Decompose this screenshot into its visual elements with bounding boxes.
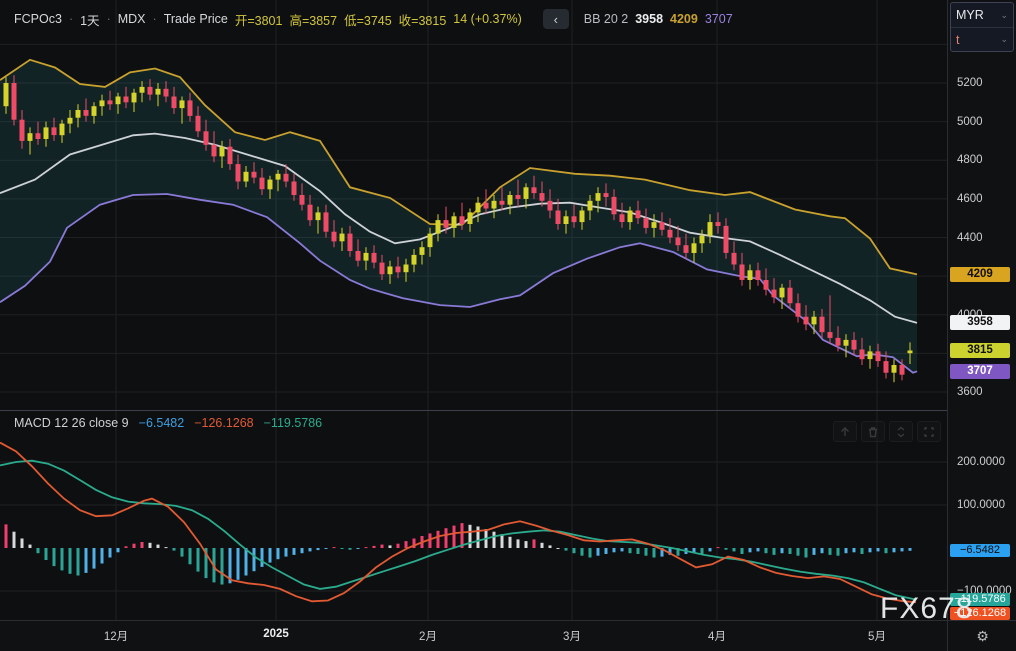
maximize-icon bbox=[922, 425, 936, 439]
price-value-badge: 3958 bbox=[950, 315, 1010, 330]
bb-lower-value: 3707 bbox=[705, 12, 733, 26]
price-tick: 4800 bbox=[957, 154, 983, 166]
time-axis-label: 2月 bbox=[419, 628, 437, 644]
watermark-fx678: FX678 bbox=[880, 592, 973, 626]
arrow-up-icon bbox=[838, 425, 852, 439]
open-value: 开=3801 bbox=[235, 10, 283, 29]
series-type-label: Trade Price bbox=[164, 12, 228, 26]
unit-dropdown[interactable]: t ⌄ bbox=[951, 27, 1013, 51]
macd-signal-value: −119.5786 bbox=[264, 416, 323, 430]
bollinger-band-layer bbox=[0, 60, 917, 373]
macd-tick: 200.0000 bbox=[957, 456, 1005, 468]
bb-indicator-label: BB 20 2 bbox=[584, 12, 628, 26]
pane-separator[interactable] bbox=[0, 410, 1016, 411]
macd-tick: 100.0000 bbox=[957, 499, 1005, 511]
price-tick: 5200 bbox=[957, 77, 983, 89]
time-axis-label: 12月 bbox=[104, 628, 128, 644]
time-axis-label: 2025 bbox=[263, 628, 289, 640]
price-tick: 4400 bbox=[957, 232, 983, 244]
time-axis[interactable]: 12月 2025 2月 3月 4月 5月 bbox=[0, 620, 947, 651]
macd-lines-layer bbox=[0, 443, 916, 603]
trading-chart-app: FCPOc3 · 1天 · MDX · Trade Price 开=3801 高… bbox=[0, 0, 1016, 651]
chevron-down-icon: ⌄ bbox=[1000, 34, 1008, 45]
unit-value: t bbox=[956, 33, 959, 47]
macd-line-value: −126.1268 bbox=[194, 416, 253, 430]
low-value: 低=3745 bbox=[344, 10, 392, 29]
move-pane-up-button[interactable] bbox=[833, 421, 857, 442]
interval-label: 1天 bbox=[80, 10, 99, 29]
change-value: 14 (+0.37%) bbox=[453, 12, 521, 26]
time-axis-label: 5月 bbox=[868, 628, 886, 644]
time-axis-label: 4月 bbox=[708, 628, 726, 644]
currency-dropdown[interactable]: MYR ⌄ bbox=[951, 3, 1013, 27]
bb-basis-value: 3958 bbox=[635, 12, 663, 26]
collapse-pane-button[interactable] bbox=[889, 421, 913, 442]
maximize-pane-button[interactable] bbox=[917, 421, 941, 442]
currency-value: MYR bbox=[956, 8, 984, 22]
high-value: 高=3857 bbox=[289, 10, 337, 29]
macd-legend: MACD 12 26 close 9 −6.5482 −126.1268 −11… bbox=[14, 416, 322, 430]
price-tick: 4600 bbox=[957, 193, 983, 205]
price-axis[interactable]: MYR ⌄ t ⌄ 520050004800460044004000360020… bbox=[947, 0, 1016, 651]
time-axis-label: 3月 bbox=[563, 628, 581, 644]
symbol-name: FCPOc3 bbox=[14, 12, 62, 26]
bb-upper-value: 4209 bbox=[670, 12, 698, 26]
currency-unit-box: MYR ⌄ t ⌄ bbox=[950, 2, 1014, 52]
macd-histogram-value: −6.5482 bbox=[139, 416, 185, 430]
delete-pane-button[interactable] bbox=[861, 421, 885, 442]
close-value: 收=3815 bbox=[399, 10, 447, 29]
macd-indicator-label: MACD 12 26 close 9 bbox=[14, 416, 129, 430]
chevron-down-icon: ⌄ bbox=[1000, 10, 1008, 21]
price-value-badge: 3815 bbox=[950, 343, 1010, 358]
exchange-label: MDX bbox=[118, 12, 146, 26]
macd-value-badge: −6.5482 bbox=[950, 544, 1010, 557]
price-tick: 5000 bbox=[957, 116, 983, 128]
price-value-badge: 3707 bbox=[950, 364, 1010, 379]
trash-icon bbox=[866, 425, 880, 439]
price-value-badge: 4209 bbox=[950, 267, 1010, 282]
collapse-icon bbox=[894, 425, 908, 439]
gear-icon: ⚙ bbox=[976, 628, 989, 645]
back-button[interactable]: ‹ bbox=[543, 9, 569, 29]
symbol-legend: FCPOc3 · 1天 · MDX · Trade Price 开=3801 高… bbox=[14, 9, 733, 29]
chart-canvas[interactable] bbox=[0, 0, 947, 620]
macd-toolbar bbox=[833, 421, 941, 442]
price-tick: 3600 bbox=[957, 386, 983, 398]
